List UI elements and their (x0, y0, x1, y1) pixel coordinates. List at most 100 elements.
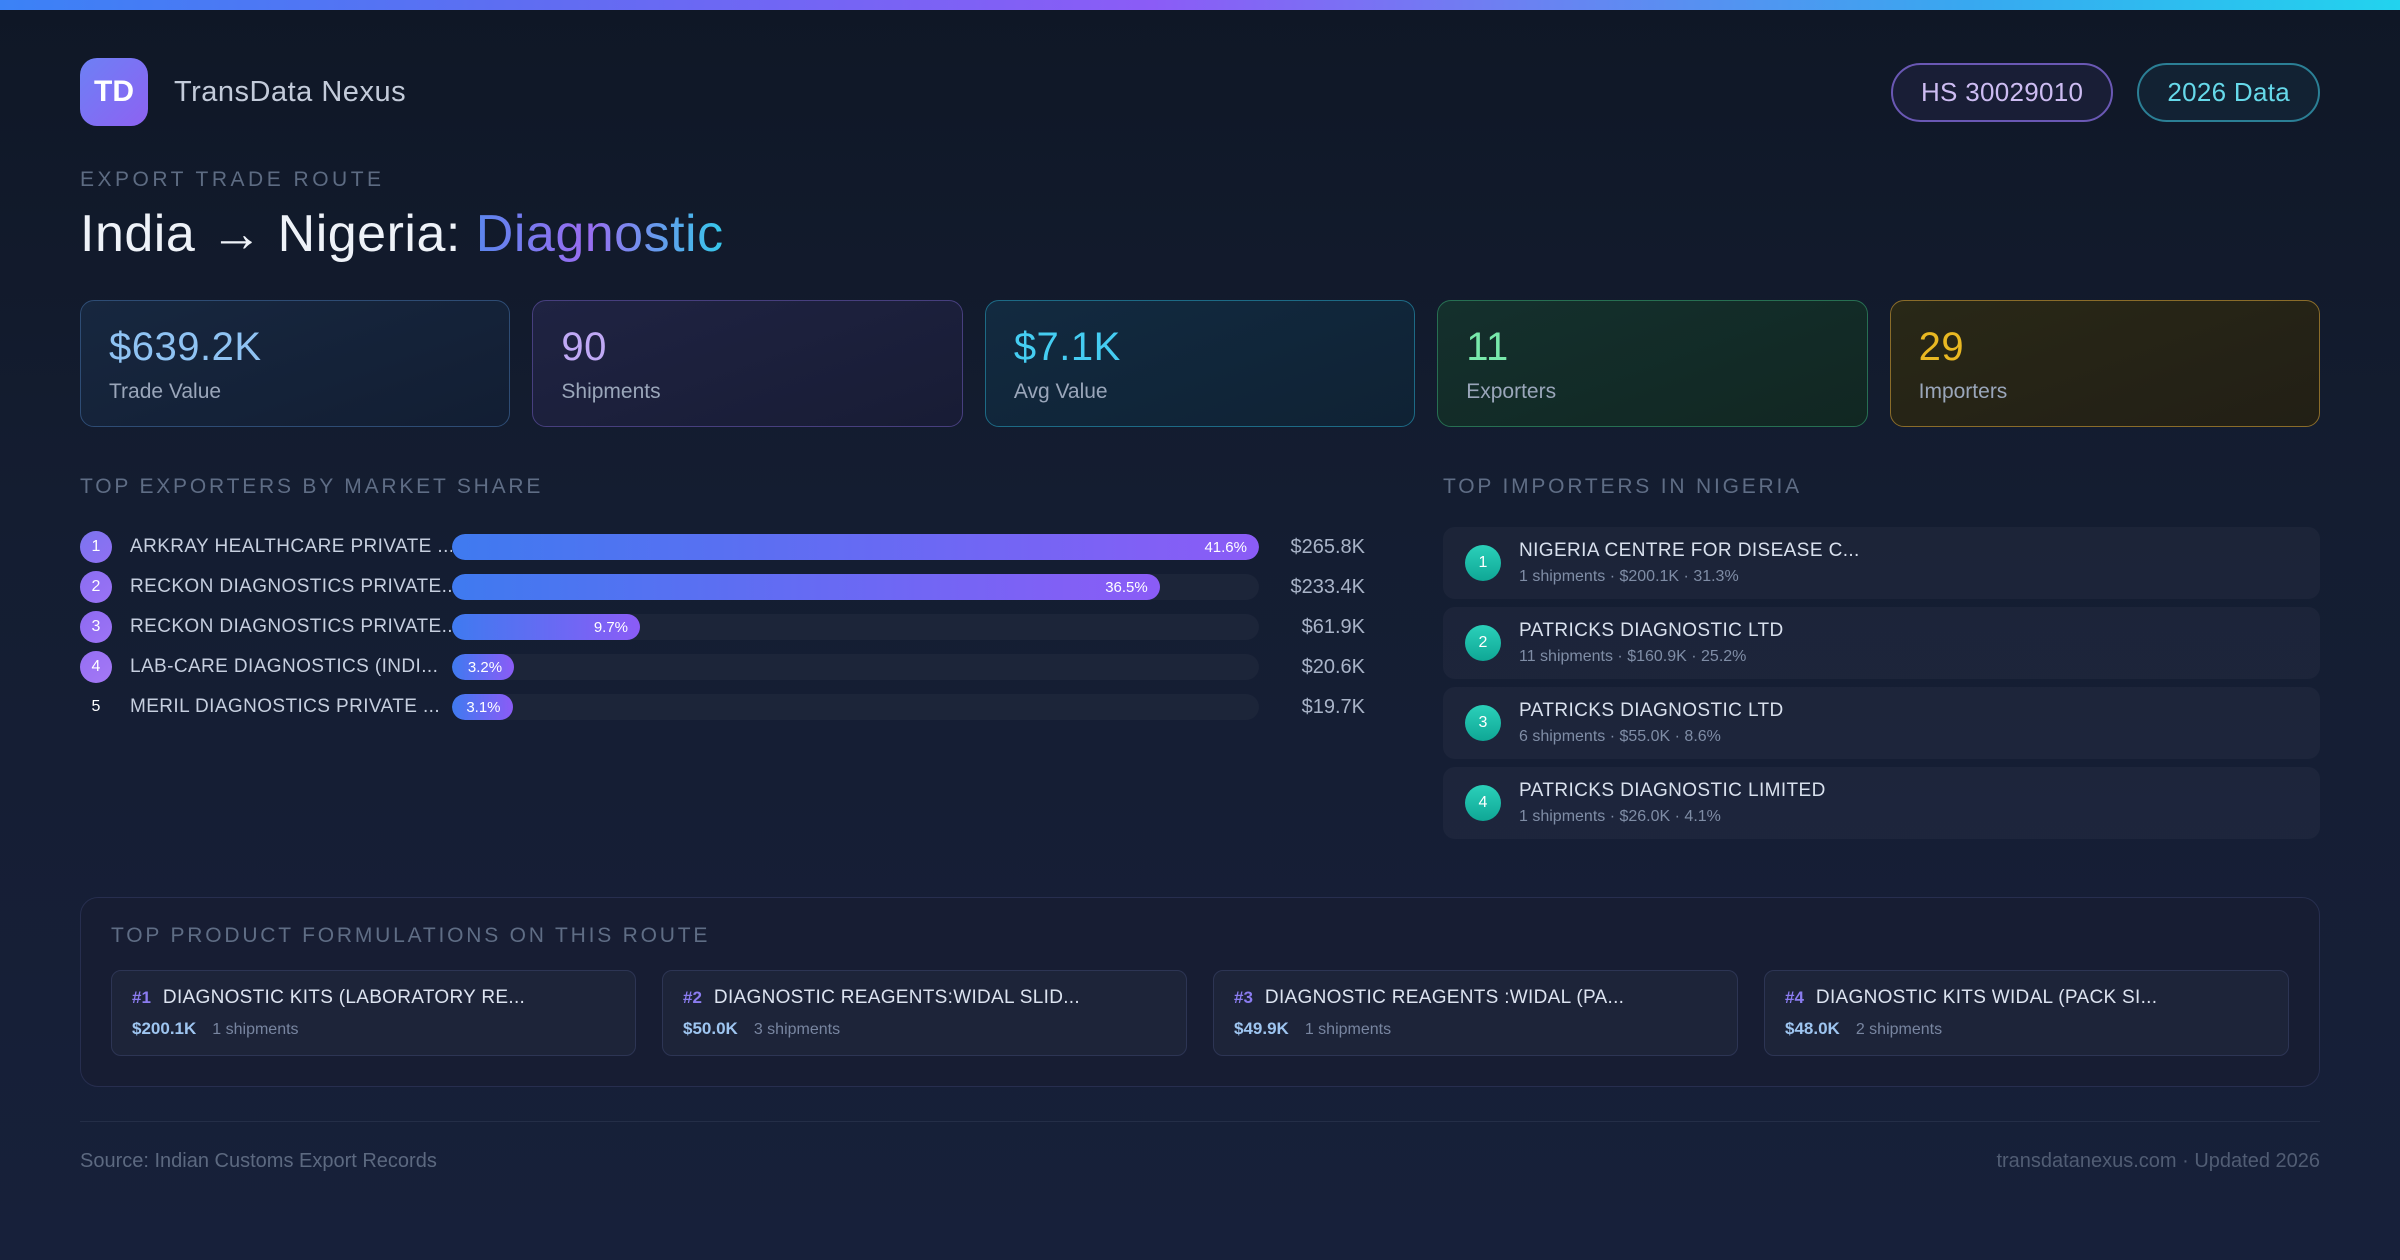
stat-label: Trade Value (109, 380, 222, 403)
product-name: DIAGNOSTIC KITS (LABORATORY RE... (162, 987, 526, 1008)
exporter-row[interactable]: 3 RECKON DIAGNOSTICS PRIVATE... 9.7% $61… (80, 607, 1365, 647)
stat-card-exporters: 11 Exporters (1437, 300, 1868, 427)
product-shipments: 1 shipments (212, 1021, 299, 1038)
importer-meta: 11 shipments · $160.9K · 25.2% (1519, 648, 1747, 665)
importer-card[interactable]: 2 PATRICKS DIAGNOSTIC LTD 11 shipments ·… (1443, 607, 2320, 679)
stat-value: 11 (1466, 325, 1509, 369)
importer-meta: 1 shipments · $200.1K · 31.3% (1519, 568, 1739, 585)
product-value: $49.9K (1234, 1019, 1289, 1038)
title-route: India → Nigeria: (80, 205, 476, 263)
exporters-heading: TOP EXPORTERS BY MARKET SHARE (80, 475, 544, 498)
product-rank: #1 (132, 988, 151, 1007)
exporter-value: $61.9K (1301, 615, 1365, 638)
exporter-value: $233.4K (1290, 575, 1365, 598)
product-value: $200.1K (132, 1019, 197, 1038)
importer-name: PATRICKS DIAGNOSTIC LIMITED (1519, 780, 1826, 801)
product-value: $48.0K (1785, 1019, 1840, 1038)
product-name: DIAGNOSTIC KITS WIDAL (PACK SI... (1815, 987, 2158, 1008)
market-share-bar-fill: 3.2% (452, 654, 515, 680)
title-product-accent: Diagnostic (475, 205, 724, 263)
product-title-line: #3 DIAGNOSTIC REAGENTS :WIDAL (PA... (1234, 987, 1717, 1009)
stat-label: Importers (1918, 380, 2008, 403)
stat-value: 29 (1918, 325, 1965, 369)
product-meta-line: $50.0K 3 shipments (683, 1019, 1166, 1039)
product-card[interactable]: #3 DIAGNOSTIC REAGENTS :WIDAL (PA... $49… (1213, 970, 1738, 1056)
product-name: DIAGNOSTIC REAGENTS :WIDAL (PA... (1264, 987, 1625, 1008)
main-columns: TOP EXPORTERS BY MARKET SHARE 1 ARKRAY H… (80, 475, 2320, 847)
stat-label: Exporters (1466, 380, 1557, 403)
dashboard-page: TD TransData Nexus HS 30029010 2026 Data… (0, 58, 2400, 1173)
importer-info: NIGERIA CENTRE FOR DISEASE C... 1 shipme… (1519, 540, 1860, 586)
rank-badge: 4 (80, 651, 112, 683)
exporter-row[interactable]: 2 RECKON DIAGNOSTICS PRIVATE... 36.5% $2… (80, 567, 1365, 607)
top-accent-bar (0, 0, 2400, 10)
exporter-row[interactable]: 1 ARKRAY HEALTHCARE PRIVATE ... 41.6% $2… (80, 527, 1365, 567)
importer-card[interactable]: 1 NIGERIA CENTRE FOR DISEASE C... 1 ship… (1443, 527, 2320, 599)
stat-card-trade-value: $639.2K Trade Value (80, 300, 511, 427)
importers-section: TOP IMPORTERS IN NIGERIA 1 NIGERIA CENTR… (1443, 475, 2320, 847)
product-card[interactable]: #4 DIAGNOSTIC KITS WIDAL (PACK SI... $48… (1764, 970, 2289, 1056)
product-meta-line: $200.1K 1 shipments (132, 1019, 615, 1039)
stat-card-shipments: 90 Shipments (532, 300, 963, 427)
products-panel: TOP PRODUCT FORMULATIONS ON THIS ROUTE #… (80, 897, 2320, 1087)
rank-badge: 1 (80, 531, 112, 563)
rank-badge: 4 (1465, 785, 1501, 821)
product-shipments: 3 shipments (753, 1021, 841, 1038)
product-card[interactable]: #2 DIAGNOSTIC REAGENTS:WIDAL SLID... $50… (662, 970, 1187, 1056)
rank-badge: 5 (91, 698, 101, 715)
product-title-line: #4 DIAGNOSTIC KITS WIDAL (PACK SI... (1785, 987, 2268, 1009)
importer-info: PATRICKS DIAGNOSTIC LTD 6 shipments · $5… (1519, 700, 1784, 746)
product-rank: #4 (1785, 988, 1804, 1007)
product-cards-row: #1 DIAGNOSTIC KITS (LABORATORY RE... $20… (111, 970, 2289, 1056)
stat-card-avg-value: $7.1K Avg Value (984, 300, 1416, 427)
stat-value: $7.1K (1013, 325, 1121, 369)
importer-info: PATRICKS DIAGNOSTIC LIMITED 1 shipments … (1519, 780, 1826, 826)
importer-card[interactable]: 4 PATRICKS DIAGNOSTIC LIMITED 1 shipment… (1443, 767, 2320, 839)
exporter-name: ARKRAY HEALTHCARE PRIVATE ... (130, 536, 452, 557)
brand-logo: TD (80, 58, 148, 126)
stat-value: 90 (561, 325, 607, 369)
market-share-bar-track: 36.5% (452, 574, 1259, 600)
market-share-bar-track: 3.1% (452, 694, 1259, 720)
exporter-name: LAB-CARE DIAGNOSTICS (INDI... (130, 656, 439, 677)
market-share-bar-track: 3.2% (452, 654, 1259, 680)
hs-code-badge[interactable]: HS 30029010 (1890, 62, 2114, 122)
page-title: India → Nigeria: Diagnostic (80, 204, 2320, 264)
product-shipments: 1 shipments (1304, 1021, 1392, 1038)
exporter-row[interactable]: 4 LAB-CARE DIAGNOSTICS (INDI... 3.2% $20… (80, 647, 1365, 687)
data-year-badge[interactable]: 2026 Data (2137, 62, 2320, 122)
exporter-value: $265.8K (1290, 535, 1365, 558)
exporters-section: TOP EXPORTERS BY MARKET SHARE 1 ARKRAY H… (80, 475, 1365, 727)
brand-home-link[interactable]: TD TransData Nexus (80, 58, 406, 126)
product-card[interactable]: #1 DIAGNOSTIC KITS (LABORATORY RE... $20… (111, 970, 636, 1056)
header-badges: HS 30029010 2026 Data (1890, 62, 2320, 122)
market-share-bar-fill: 41.6% (452, 534, 1259, 560)
market-share-bar-track: 41.6% (452, 534, 1259, 560)
product-title-line: #2 DIAGNOSTIC REAGENTS:WIDAL SLID... (683, 987, 1166, 1009)
exporter-value: $19.7K (1301, 695, 1365, 718)
importer-meta: 1 shipments · $26.0K · 4.1% (1519, 808, 1721, 825)
header: TD TransData Nexus HS 30029010 2026 Data (80, 58, 2320, 126)
rank-badge: 2 (1465, 625, 1501, 661)
importer-name: PATRICKS DIAGNOSTIC LTD (1519, 620, 1784, 641)
importers-heading: TOP IMPORTERS IN NIGERIA (1443, 475, 1802, 498)
exporter-name: RECKON DIAGNOSTICS PRIVATE... (130, 616, 452, 637)
market-share-bar-track: 9.7% (452, 614, 1259, 640)
product-title-line: #1 DIAGNOSTIC KITS (LABORATORY RE... (132, 987, 615, 1009)
rank-badge: 2 (80, 571, 112, 603)
exporter-name: MERIL DIAGNOSTICS PRIVATE ... (130, 696, 441, 717)
product-value: $50.0K (683, 1019, 738, 1038)
stat-value: $639.2K (109, 325, 262, 369)
product-meta-line: $48.0K 2 shipments (1785, 1019, 2268, 1039)
products-heading: TOP PRODUCT FORMULATIONS ON THIS ROUTE (111, 924, 711, 947)
product-meta-line: $49.9K 1 shipments (1234, 1019, 1717, 1039)
product-rank: #2 (683, 988, 702, 1007)
stat-label: Avg Value (1013, 380, 1108, 403)
rank-badge: 3 (80, 611, 112, 643)
importer-info: PATRICKS DIAGNOSTIC LTD 11 shipments · $… (1519, 620, 1784, 666)
footer-site: transdatanexus.com · Updated 2026 (1996, 1150, 2320, 1172)
rank-badge: 1 (1465, 545, 1501, 581)
market-share-bar-fill: 3.1% (452, 694, 513, 720)
exporter-row[interactable]: 5 MERIL DIAGNOSTICS PRIVATE ... 3.1% $19… (80, 687, 1365, 727)
importer-card[interactable]: 3 PATRICKS DIAGNOSTIC LTD 6 shipments · … (1443, 687, 2320, 759)
